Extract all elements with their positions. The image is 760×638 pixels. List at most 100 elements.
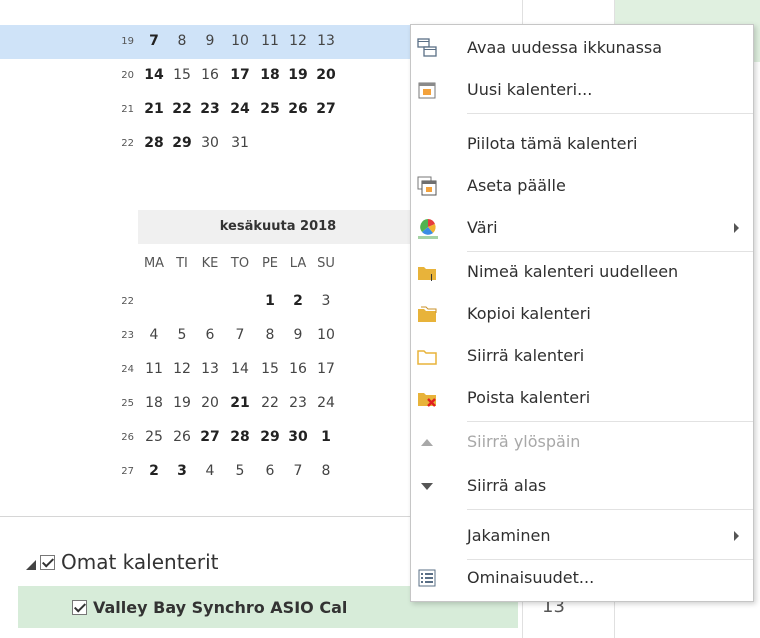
calendar-day[interactable]: 30: [284, 429, 312, 445]
calendar-day[interactable]: 17: [226, 67, 254, 83]
calendar-day[interactable]: 18: [140, 395, 168, 411]
menu-item-13[interactable]: Ominaisuudet...: [411, 557, 753, 599]
calendar-day[interactable]: 13: [312, 33, 340, 49]
calendar-day[interactable]: 8: [256, 327, 284, 343]
calendar-day[interactable]: 3: [168, 463, 196, 479]
expand-triangle-icon[interactable]: [26, 560, 36, 570]
calendar-day[interactable]: 30: [196, 135, 224, 151]
calendar-day[interactable]: 20: [312, 67, 340, 83]
menu-item-5[interactable]: Väri: [411, 207, 753, 249]
calendar-day[interactable]: 13: [196, 361, 224, 377]
calendar-day[interactable]: 16: [196, 67, 224, 83]
menu-item-7[interactable]: Kopioi kalenteri: [411, 293, 753, 335]
calendar-day[interactable]: 15: [168, 67, 196, 83]
week-number[interactable]: 19: [110, 36, 134, 47]
calendar-day[interactable]: 29: [256, 429, 284, 445]
calendar-day[interactable]: 22: [256, 395, 284, 411]
calendar-day[interactable]: 20: [196, 395, 224, 411]
week-number[interactable]: 24: [110, 364, 134, 375]
calendar-week-row: 21 21 22 23 24 25 26 27: [0, 93, 420, 127]
week-number[interactable]: 21: [110, 104, 134, 115]
calendar-week-row-selected: 19 7 8 9 10 11 12 13: [0, 25, 420, 59]
calendar-day[interactable]: 7: [226, 327, 254, 343]
calendar-day[interactable]: 11: [256, 33, 284, 49]
calendar-day[interactable]: 7: [284, 463, 312, 479]
calendar-day[interactable]: 28: [226, 429, 254, 445]
calendar-day[interactable]: 21: [226, 395, 254, 411]
calendar-day[interactable]: 8: [168, 33, 196, 49]
calendar-day[interactable]: 9: [196, 33, 224, 49]
calendar-day[interactable]: 12: [168, 361, 196, 377]
calendar-day[interactable]: 25: [256, 101, 284, 117]
calendar-day[interactable]: 9: [284, 327, 312, 343]
overlay-icon: [417, 176, 437, 196]
calendar-day[interactable]: 21: [140, 101, 168, 117]
calendar-day[interactable]: 1: [256, 293, 284, 309]
calendar-day[interactable]: 7: [140, 33, 168, 49]
calendar-day[interactable]: 24: [312, 395, 340, 411]
calendar-day[interactable]: 14: [226, 361, 254, 377]
menu-item-1[interactable]: Avaa uudessa ikkunassa: [411, 27, 753, 69]
calendar-day[interactable]: 4: [196, 463, 224, 479]
calendar-day[interactable]: 6: [196, 327, 224, 343]
group-checkbox[interactable]: [40, 554, 55, 570]
submenu-arrow-icon: [734, 531, 739, 541]
calendar-group-my-calendars[interactable]: Omat kalenterit: [26, 548, 218, 576]
calendar-day[interactable]: 15: [256, 361, 284, 377]
calendar-day[interactable]: 19: [168, 395, 196, 411]
week-number[interactable]: 20: [110, 70, 134, 81]
menu-item-10: Siirrä ylöspäin: [411, 421, 753, 463]
menu-separator: [467, 113, 753, 114]
menu-item-label: Ominaisuudet...: [467, 568, 595, 587]
menu-item-11[interactable]: Siirrä alas: [411, 465, 753, 507]
calendar-day[interactable]: 25: [140, 429, 168, 445]
menu-item-8[interactable]: Siirrä kalenteri: [411, 335, 753, 377]
calendar-day[interactable]: 27: [196, 429, 224, 445]
calendar-day[interactable]: 26: [168, 429, 196, 445]
calendar-day[interactable]: 5: [168, 327, 196, 343]
calendar-day[interactable]: 26: [284, 101, 312, 117]
calendar-day[interactable]: 1: [312, 429, 340, 445]
menu-item-4[interactable]: Aseta päälle: [411, 165, 753, 207]
calendar-day[interactable]: 23: [284, 395, 312, 411]
menu-item-label: Siirrä kalenteri: [467, 346, 585, 365]
menu-item-2[interactable]: Uusi kalenteri...: [411, 69, 753, 111]
calendar-week-row: 20 14 15 16 17 18 19 20: [0, 59, 420, 93]
calendar-day[interactable]: 8: [312, 463, 340, 479]
week-number[interactable]: 23: [110, 330, 134, 341]
week-number[interactable]: 25: [110, 398, 134, 409]
calendar-day[interactable]: 22: [168, 101, 196, 117]
menu-item-3[interactable]: Piilota tämä kalenteri: [411, 123, 753, 165]
calendar-day[interactable]: 17: [312, 361, 340, 377]
calendar-day[interactable]: 28: [140, 135, 168, 151]
calendar-day[interactable]: 18: [256, 67, 284, 83]
calendar-day[interactable]: 10: [312, 327, 340, 343]
calendar-day[interactable]: 2: [284, 293, 312, 309]
context-menu: Avaa uudessa ikkunassa Uusi kalenteri... P…: [410, 24, 754, 602]
calendar-day[interactable]: 3: [312, 293, 340, 309]
calendar-day[interactable]: 6: [256, 463, 284, 479]
calendar-day[interactable]: 19: [284, 67, 312, 83]
menu-item-9[interactable]: Poista kalenteri: [411, 377, 753, 419]
calendar-day[interactable]: 4: [140, 327, 168, 343]
menu-item-6[interactable]: I Nimeä kalenteri uudelleen: [411, 251, 753, 293]
menu-item-12[interactable]: Jakaminen: [411, 515, 753, 557]
week-number[interactable]: 27: [110, 466, 134, 477]
calendar-day[interactable]: 2: [140, 463, 168, 479]
calendar-day[interactable]: 14: [140, 67, 168, 83]
calendar-day[interactable]: 16: [284, 361, 312, 377]
calendar-day[interactable]: 10: [226, 33, 254, 49]
week-number[interactable]: 22: [110, 138, 134, 149]
calendar-checkbox[interactable]: [72, 599, 87, 615]
calendar-day[interactable]: 5: [226, 463, 254, 479]
week-number[interactable]: 22: [110, 296, 134, 307]
calendar-day[interactable]: 27: [312, 101, 340, 117]
calendar-day[interactable]: 31: [226, 135, 254, 151]
calendar-day[interactable]: 29: [168, 135, 196, 151]
calendar-day[interactable]: 23: [196, 101, 224, 117]
menu-item-label: Aseta päälle: [467, 176, 566, 195]
calendar-day[interactable]: 11: [140, 361, 168, 377]
calendar-day[interactable]: 12: [284, 33, 312, 49]
calendar-day[interactable]: 24: [226, 101, 254, 117]
week-number[interactable]: 26: [110, 432, 134, 443]
